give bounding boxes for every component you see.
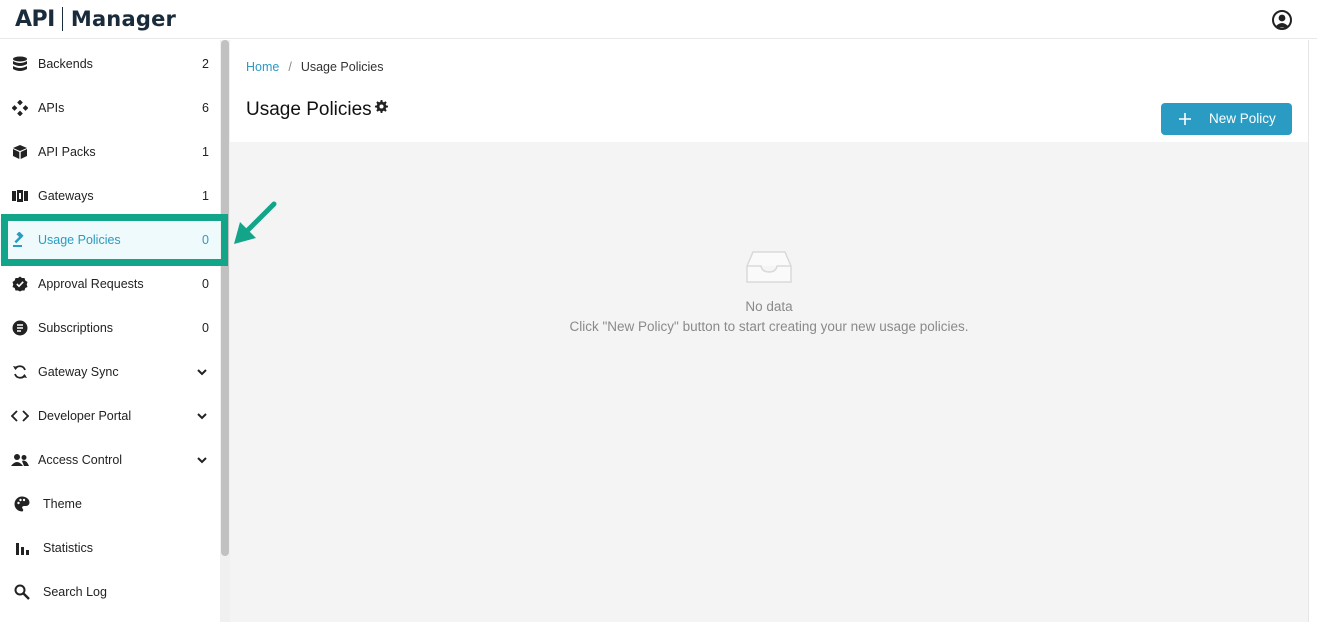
sidebar-item-access-control[interactable]: Access Control xyxy=(0,438,220,482)
sidebar-item-label: Access Control xyxy=(38,453,123,467)
highlight-annotation-box xyxy=(1,214,228,266)
sidebar-item-api-packs[interactable]: API Packs 1 xyxy=(0,130,220,174)
breadcrumb-home-link[interactable]: Home xyxy=(246,60,279,74)
gear-icon[interactable] xyxy=(374,100,388,113)
empty-inbox-icon xyxy=(746,251,792,283)
chevron-down-icon xyxy=(197,457,207,464)
package-icon xyxy=(11,143,29,161)
database-icon xyxy=(11,55,29,73)
subscription-icon xyxy=(11,319,29,337)
sidebar-item-label: Gateway Sync xyxy=(38,365,119,379)
sidebar-item-statistics[interactable]: Statistics xyxy=(0,526,220,570)
empty-state-description: Click "New Policy" button to start creat… xyxy=(569,319,969,334)
bar-chart-icon xyxy=(13,539,31,557)
sidebar-item-count: 6 xyxy=(202,101,209,115)
sidebar-item-label: Search Log xyxy=(43,585,107,599)
sidebar-item-label: Gateways xyxy=(38,189,94,203)
sidebar-item-label: Subscriptions xyxy=(38,321,114,335)
sidebar-item-backends[interactable]: Backends 2 xyxy=(0,42,220,86)
sidebar-item-theme[interactable]: Theme xyxy=(0,482,220,526)
page-scrollbar-gutter xyxy=(1308,40,1317,622)
annotation-arrow-icon xyxy=(234,201,277,244)
logo-manager-text: Manager xyxy=(70,7,177,31)
empty-state: No data Click "New Policy" button to sta… xyxy=(230,248,1308,334)
chevron-down-icon xyxy=(197,369,207,376)
new-policy-button-label: New Policy xyxy=(1209,111,1276,126)
sidebar-item-label: Developer Portal xyxy=(38,409,132,423)
logo-api-text: API xyxy=(15,6,55,32)
page-title-text: Usage Policies xyxy=(246,99,372,120)
new-policy-button[interactable]: New Policy xyxy=(1161,103,1292,135)
user-account-icon[interactable] xyxy=(1272,10,1292,30)
sidebar-item-count: 0 xyxy=(202,321,209,335)
empty-state-title: No data xyxy=(745,299,793,314)
page-title: Usage Policies xyxy=(246,99,388,121)
sidebar-item-search-log[interactable]: Search Log xyxy=(0,570,220,614)
sidebar-item-developer-portal[interactable]: Developer Portal xyxy=(0,394,220,438)
sidebar: Backends 2 APIs 6 API Packs 1 Gateways 1… xyxy=(0,40,220,622)
sidebar-item-label: Theme xyxy=(43,497,82,511)
sidebar-item-label: APIs xyxy=(38,101,65,115)
breadcrumb-current: Usage Policies xyxy=(300,60,384,74)
sidebar-item-label: Backends xyxy=(38,57,93,71)
sidebar-item-apis[interactable]: APIs 6 xyxy=(0,86,220,130)
sidebar-item-count: 1 xyxy=(202,189,209,203)
logo-divider xyxy=(61,7,63,31)
app-logo[interactable]: API Manager xyxy=(15,6,176,32)
page-header: Home / Usage Policies Usage Policies New… xyxy=(230,40,1308,142)
sidebar-item-label: API Packs xyxy=(38,145,96,159)
sidebar-item-count: 0 xyxy=(202,277,209,291)
main-content: Home / Usage Policies Usage Policies New… xyxy=(230,40,1308,622)
sidebar-item-count: 2 xyxy=(202,57,209,71)
sidebar-scrollbar-thumb[interactable] xyxy=(221,40,229,556)
app-header: API Manager xyxy=(0,0,1317,39)
sidebar-item-label: Statistics xyxy=(43,541,94,555)
sidebar-item-gateway-sync[interactable]: Gateway Sync xyxy=(0,350,220,394)
palette-icon xyxy=(13,495,31,513)
sidebar-item-subscriptions[interactable]: Subscriptions 0 xyxy=(0,306,220,350)
breadcrumb: Home / Usage Policies xyxy=(246,60,384,74)
sidebar-item-approval-requests[interactable]: Approval Requests 0 xyxy=(0,262,220,306)
sidebar-item-count: 1 xyxy=(202,145,209,159)
code-brackets-icon xyxy=(11,407,29,425)
users-icon xyxy=(11,451,29,469)
gateway-icon xyxy=(11,187,29,205)
verified-badge-icon xyxy=(11,275,29,293)
search-icon xyxy=(13,583,31,601)
sync-icon xyxy=(11,363,29,381)
sidebar-item-label: Approval Requests xyxy=(38,277,144,291)
plus-icon xyxy=(1179,113,1191,125)
sidebar-item-gateways[interactable]: Gateways 1 xyxy=(0,174,220,218)
api-nodes-icon xyxy=(11,99,29,117)
chevron-down-icon xyxy=(197,413,207,420)
breadcrumb-separator: / xyxy=(288,60,292,74)
